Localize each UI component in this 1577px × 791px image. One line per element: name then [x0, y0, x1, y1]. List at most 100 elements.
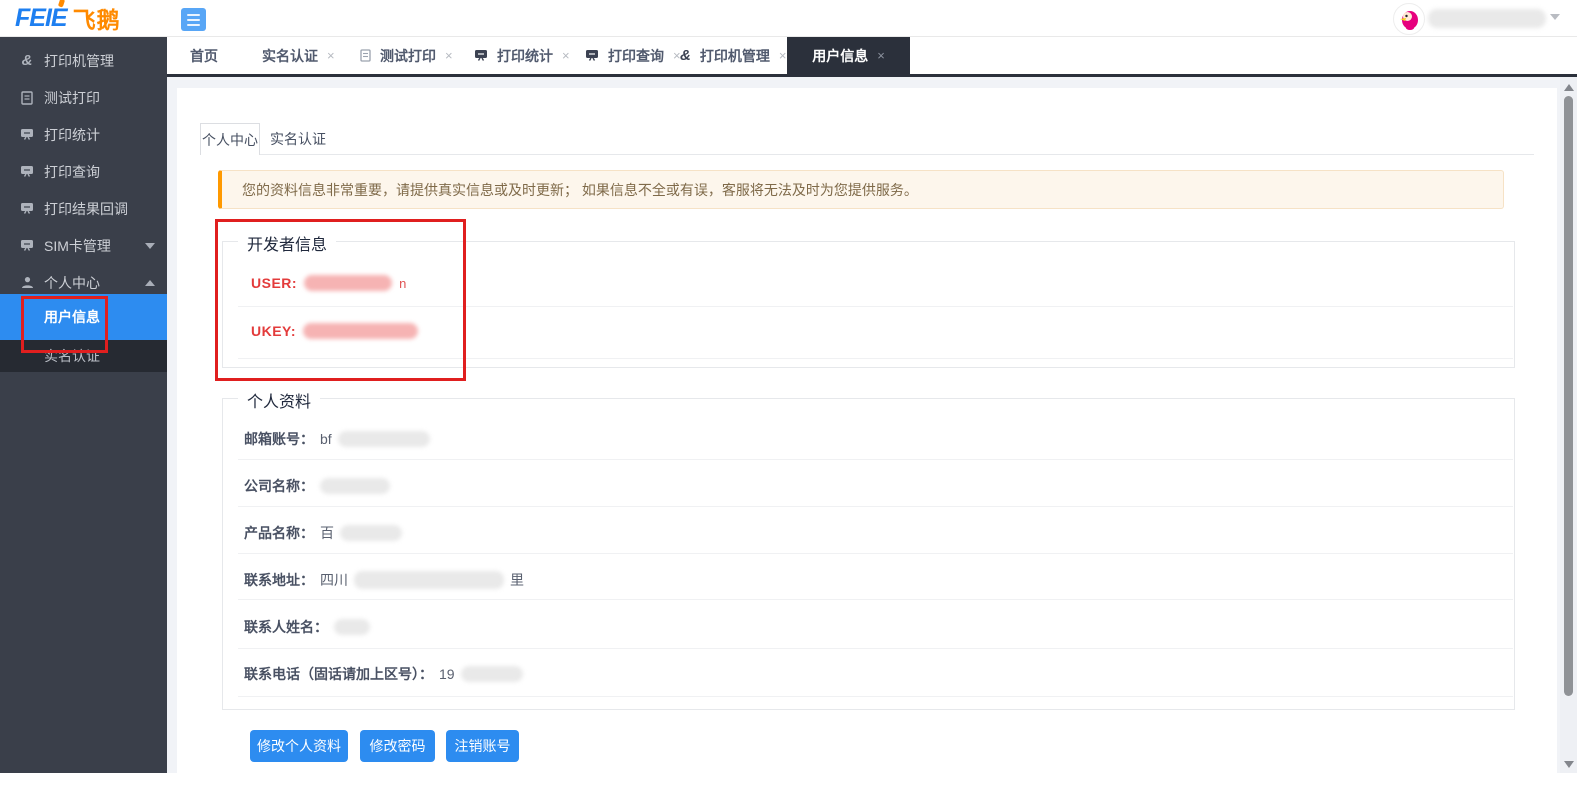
close-icon[interactable]: × — [445, 49, 453, 62]
tab-print-stats[interactable]: 打印统计 × — [474, 37, 570, 74]
user-info-panel: 个人中心 实名认证 您的资料信息非常重要，请提供真实信息或及时更新； 如果信息不… — [177, 88, 1557, 773]
personal-profile-section: 个人资料 邮箱账号： bf 公司名称： 产品名称： 百 联系地址： 四川 里 联… — [222, 398, 1515, 710]
tab-label: 打印统计 — [497, 46, 553, 66]
field-label: 产品名称： — [244, 523, 314, 543]
ukey-label: UKEY: — [251, 323, 296, 339]
sidebar-item-test-print[interactable]: 测试打印 — [0, 79, 167, 116]
developer-user-row: USER: n — [251, 275, 406, 291]
chevron-up-icon — [145, 280, 155, 286]
hamburger-icon — [187, 14, 200, 16]
tab-home[interactable]: 首页 — [190, 37, 218, 74]
scroll-down-arrow-icon[interactable] — [1564, 761, 1574, 768]
field-value-redacted — [334, 619, 370, 635]
printer-cluster-icon: & — [680, 47, 691, 64]
change-password-button[interactable]: 修改密码 — [360, 730, 435, 762]
user-avatar[interactable] — [1393, 3, 1425, 35]
sidebar-subitem-label: 用户信息 — [44, 307, 100, 327]
profile-row-company: 公司名称： — [244, 476, 390, 496]
row-divider — [238, 306, 1513, 307]
content-tab-label: 个人中心 — [202, 130, 258, 150]
content-tab-personal-center[interactable]: 个人中心 — [200, 123, 260, 155]
ukey-value-redacted — [303, 323, 418, 339]
personal-profile-legend: 个人资料 — [238, 388, 320, 412]
field-label: 联系地址： — [244, 570, 314, 590]
brand-logo: FEIE 飞鹅 — [15, 3, 121, 33]
sidebar-subitem-user-info[interactable]: 用户信息 — [0, 294, 167, 340]
close-icon[interactable]: × — [877, 49, 885, 62]
developer-ukey-row: UKEY: — [251, 323, 418, 339]
sidebar-subitem-real-name-auth[interactable]: 实名认证 — [0, 340, 167, 372]
top-header: FEIE 飞鹅 — [0, 0, 1577, 37]
username-redacted[interactable] — [1428, 9, 1546, 28]
tab-label: 用户信息 — [812, 46, 868, 66]
scrollbar-thumb[interactable] — [1564, 96, 1573, 696]
tab-print-query[interactable]: 打印查询 × — [585, 37, 681, 74]
warning-alert: 您的资料信息非常重要，请提供真实信息或及时更新； 如果信息不全或有误，客服将无法… — [218, 170, 1504, 209]
tab-test-print[interactable]: 测试打印 × — [360, 37, 453, 74]
tab-user-info-active[interactable]: 用户信息 × — [787, 37, 910, 74]
printer-icon — [19, 164, 35, 180]
document-icon — [360, 49, 371, 62]
close-icon[interactable]: × — [779, 49, 787, 62]
field-value-redacted — [340, 525, 402, 541]
sidebar-toggle-button[interactable] — [181, 8, 206, 31]
tab-label: 打印机管理 — [700, 46, 770, 66]
user-value-redacted — [304, 275, 392, 291]
tab-printer-management[interactable]: & 打印机管理 × — [680, 37, 786, 74]
bottom-margin — [0, 773, 1577, 791]
profile-row-phone: 联系电话（固话请加上区号）： 19 — [244, 664, 523, 684]
row-divider — [238, 553, 1513, 554]
field-visible-suffix: 里 — [510, 570, 524, 590]
profile-row-email: 邮箱账号： bf — [244, 429, 430, 449]
field-value-redacted — [338, 431, 430, 447]
printer-cluster-icon: & — [19, 53, 35, 69]
delete-account-button[interactable]: 注销账号 — [446, 730, 519, 762]
field-visible-prefix: 百 — [320, 523, 334, 543]
sidebar-item-label: 打印查询 — [44, 162, 100, 182]
profile-row-contact-name: 联系人姓名： — [244, 617, 370, 637]
sidebar-item-label: 打印结果回调 — [44, 199, 128, 219]
warning-alert-text: 您的资料信息非常重要，请提供真实信息或及时更新； 如果信息不全或有误，客服将无法… — [242, 180, 918, 200]
sidebar-item-label: 个人中心 — [44, 273, 100, 293]
tab-label: 首页 — [190, 46, 218, 66]
content-tabs-divider — [200, 154, 1534, 155]
tabbar-bottom-border — [167, 74, 1577, 77]
user-menu-caret-icon[interactable] — [1550, 14, 1560, 20]
user-key-label: USER: — [251, 275, 297, 291]
printer-icon — [585, 49, 599, 62]
sidebar-item-print-query[interactable]: 打印查询 — [0, 153, 167, 190]
user-value-visible-suffix: n — [399, 276, 406, 291]
scrollbar[interactable] — [1560, 77, 1577, 775]
close-icon[interactable]: × — [562, 49, 570, 62]
field-value-redacted — [354, 571, 504, 589]
document-icon — [19, 90, 35, 106]
scroll-up-arrow-icon[interactable] — [1564, 84, 1574, 91]
sidebar-item-label: 打印机管理 — [44, 51, 114, 71]
sidebar-item-label: 测试打印 — [44, 88, 100, 108]
field-label: 邮箱账号： — [244, 429, 314, 449]
sidebar-subitem-label: 实名认证 — [44, 346, 100, 366]
content-tab-real-name-auth[interactable]: 实名认证 — [270, 123, 326, 154]
tab-real-name-auth[interactable]: 实名认证 × — [262, 37, 335, 74]
button-label: 修改个人资料 — [257, 736, 341, 756]
printer-icon — [19, 127, 35, 143]
sidebar-item-print-stats[interactable]: 打印统计 — [0, 116, 167, 153]
field-label: 公司名称： — [244, 476, 314, 496]
developer-info-legend: 开发者信息 — [238, 231, 336, 255]
tab-label: 测试打印 — [380, 46, 436, 66]
sidebar-item-sim-management[interactable]: SIM卡管理 — [0, 227, 167, 264]
row-divider — [238, 696, 1513, 697]
brand-logo-cn: 飞鹅 — [73, 1, 121, 35]
chevron-down-icon — [145, 243, 155, 249]
row-divider — [238, 459, 1513, 460]
close-icon[interactable]: × — [327, 49, 335, 62]
row-divider — [238, 599, 1513, 600]
edit-profile-button[interactable]: 修改个人资料 — [250, 730, 348, 762]
sidebar-nav: & 打印机管理 测试打印 打印统计 打印查询 打印结果回调 SIM卡管理 — [0, 36, 167, 773]
sidebar-item-print-callback[interactable]: 打印结果回调 — [0, 190, 167, 227]
person-icon — [19, 275, 35, 291]
field-label: 联系电话（固话请加上区号）： — [244, 664, 433, 684]
row-divider — [238, 358, 1513, 359]
sidebar-item-printer-management[interactable]: & 打印机管理 — [0, 42, 167, 79]
row-divider — [238, 648, 1513, 649]
